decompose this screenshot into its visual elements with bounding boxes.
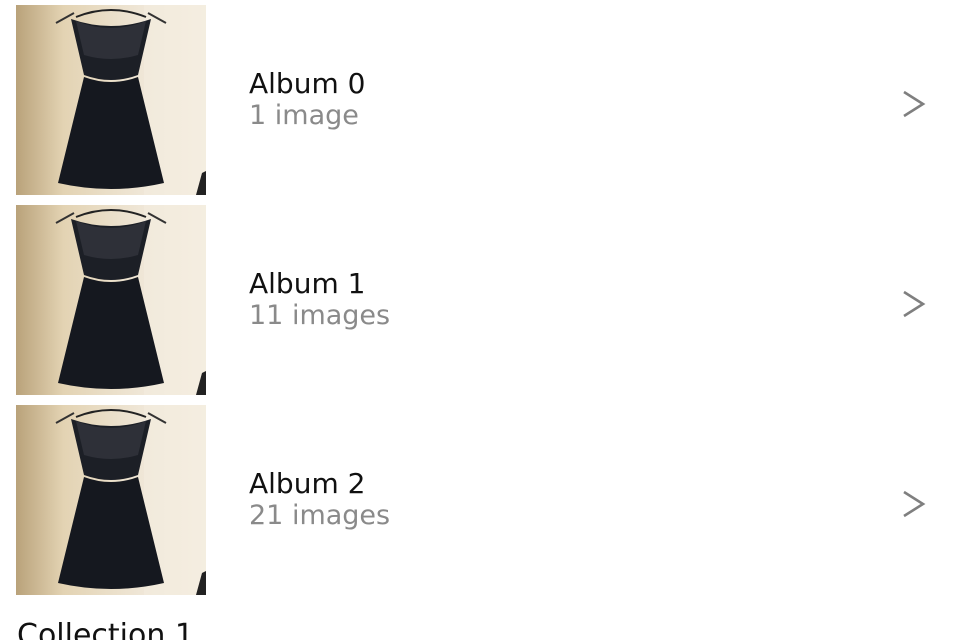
album-thumbnail <box>16 405 206 595</box>
album-thumbnail <box>16 205 206 395</box>
dress-photo <box>16 5 206 195</box>
album-browser-page: Album 0 1 image Album 1 11 images Album … <box>0 0 960 640</box>
album-image-count: 11 images <box>249 300 391 331</box>
dress-photo <box>16 205 206 395</box>
album-image-count: 21 images <box>249 500 391 531</box>
chevron-right-icon[interactable] <box>896 84 930 124</box>
album-row-0[interactable]: Album 0 1 image <box>0 0 960 200</box>
album-image-count: 1 image <box>249 100 359 131</box>
album-thumbnail <box>16 5 206 195</box>
collection-heading: Collection 1 <box>17 618 195 640</box>
album-title: Album 1 <box>249 267 366 300</box>
album-title: Album 0 <box>249 67 366 100</box>
dress-photo <box>16 405 206 595</box>
chevron-right-icon[interactable] <box>896 484 930 524</box>
album-row-2[interactable]: Album 2 21 images <box>0 400 960 600</box>
album-row-1[interactable]: Album 1 11 images <box>0 200 960 400</box>
chevron-right-icon[interactable] <box>896 284 930 324</box>
album-list: Album 0 1 image Album 1 11 images Album … <box>0 0 960 600</box>
album-title: Album 2 <box>249 467 366 500</box>
